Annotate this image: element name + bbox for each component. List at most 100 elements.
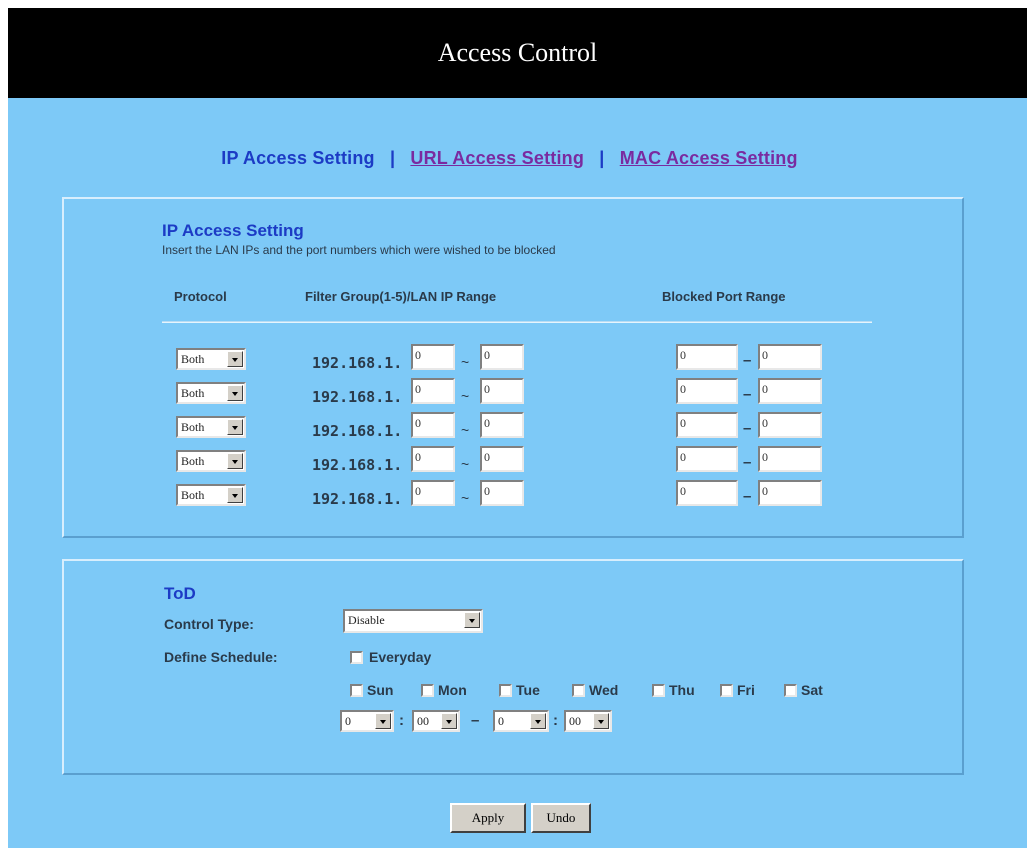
ip-prefix: 192.168.1.: [312, 354, 403, 372]
start-minute-value: 00: [417, 714, 429, 728]
ip-prefix: 192.168.1.: [312, 490, 403, 508]
tod-title: ToD: [164, 584, 196, 603]
protocol-value: Both: [181, 454, 205, 468]
day-label: Sat: [801, 682, 823, 698]
day-checkbox[interactable]: [499, 684, 512, 697]
protocol-value: Both: [181, 488, 205, 502]
tab-separator: |: [599, 148, 605, 168]
protocol-select[interactable]: Both: [176, 348, 246, 370]
ip-start-input[interactable]: 0: [411, 378, 455, 404]
ip-range-tilde: ~: [461, 490, 470, 506]
access-tabs: IP Access Setting | URL Access Setting |…: [0, 148, 1019, 169]
port-range-dash: –: [743, 386, 752, 403]
control-type-value: Disable: [348, 613, 385, 627]
day-label: Thu: [669, 682, 695, 698]
control-type-label: Control Type:: [164, 616, 254, 632]
everyday-checkbox[interactable]: [350, 651, 363, 664]
time-colon: :: [553, 712, 558, 729]
ip-end-input[interactable]: 0: [480, 480, 524, 506]
port-range-dash: –: [743, 488, 752, 505]
ip-section-title: IP Access Setting: [162, 221, 304, 240]
port-start-input[interactable]: 0: [676, 344, 738, 370]
control-type-select[interactable]: Disable: [343, 609, 483, 633]
ip-prefix: 192.168.1.: [312, 422, 403, 440]
ip-range-tilde: ~: [461, 354, 470, 370]
port-range-dash: –: [743, 352, 752, 369]
port-end-input[interactable]: 0: [758, 480, 822, 506]
header-divider: [162, 321, 872, 323]
end-hour-value: 0: [498, 714, 504, 728]
ip-end-input[interactable]: 0: [480, 412, 524, 438]
port-start-input[interactable]: 0: [676, 412, 738, 438]
ip-end-input[interactable]: 0: [480, 446, 524, 472]
protocol-value: Both: [181, 352, 205, 366]
ip-start-input[interactable]: 0: [411, 412, 455, 438]
end-minute-select[interactable]: 00: [564, 710, 612, 732]
port-start-input[interactable]: 0: [676, 480, 738, 506]
day-label: Sun: [367, 682, 394, 698]
col-protocol-header: Protocol: [174, 289, 227, 304]
protocol-select[interactable]: Both: [176, 416, 246, 438]
ip-prefix: 192.168.1.: [312, 456, 403, 474]
ip-start-input[interactable]: 0: [411, 446, 455, 472]
day-label: Tue: [516, 682, 540, 698]
end-hour-select[interactable]: 0: [493, 710, 549, 732]
page-title: Access Control: [8, 8, 1027, 98]
tab-ip-access[interactable]: IP Access Setting: [221, 148, 374, 168]
chevron-down-icon: [227, 487, 243, 503]
day-label: Mon: [438, 682, 467, 698]
port-start-input[interactable]: 0: [676, 446, 738, 472]
chevron-down-icon: [441, 713, 457, 729]
protocol-value: Both: [181, 420, 205, 434]
tod-panel: [62, 559, 964, 775]
time-colon: :: [399, 712, 404, 729]
day-checkbox[interactable]: [652, 684, 665, 697]
port-start-input[interactable]: 0: [676, 378, 738, 404]
start-minute-select[interactable]: 00: [412, 710, 460, 732]
port-range-dash: –: [743, 420, 752, 437]
ip-section-description: Insert the LAN IPs and the port numbers …: [162, 243, 556, 257]
ip-prefix: 192.168.1.: [312, 388, 403, 406]
col-ports-header: Blocked Port Range: [662, 289, 786, 304]
protocol-select[interactable]: Both: [176, 382, 246, 404]
port-end-input[interactable]: 0: [758, 412, 822, 438]
port-range-dash: –: [743, 454, 752, 471]
undo-button[interactable]: Undo: [531, 803, 591, 833]
ip-end-input[interactable]: 0: [480, 378, 524, 404]
protocol-value: Both: [181, 386, 205, 400]
day-checkbox[interactable]: [720, 684, 733, 697]
protocol-select[interactable]: Both: [176, 450, 246, 472]
port-end-input[interactable]: 0: [758, 378, 822, 404]
define-schedule-label: Define Schedule:: [164, 649, 278, 665]
day-checkbox[interactable]: [784, 684, 797, 697]
ip-end-input[interactable]: 0: [480, 344, 524, 370]
chevron-down-icon: [593, 713, 609, 729]
day-checkbox[interactable]: [572, 684, 585, 697]
chevron-down-icon: [530, 713, 546, 729]
ip-range-tilde: ~: [461, 456, 470, 472]
col-filter-header: Filter Group(1-5)/LAN IP Range: [305, 289, 497, 304]
day-label: Wed: [589, 682, 619, 698]
port-end-input[interactable]: 0: [758, 446, 822, 472]
protocol-select[interactable]: Both: [176, 484, 246, 506]
chevron-down-icon: [227, 351, 243, 367]
chevron-down-icon: [227, 385, 243, 401]
tab-mac-access[interactable]: MAC Access Setting: [620, 148, 798, 168]
port-end-input[interactable]: 0: [758, 344, 822, 370]
chevron-down-icon: [375, 713, 391, 729]
tab-separator: |: [389, 148, 396, 168]
apply-button[interactable]: Apply: [450, 803, 526, 833]
everyday-label: Everyday: [369, 649, 432, 665]
chevron-down-icon: [227, 453, 243, 469]
day-label: Fri: [737, 682, 755, 698]
day-checkbox[interactable]: [421, 684, 434, 697]
ip-start-input[interactable]: 0: [411, 480, 455, 506]
ip-range-tilde: ~: [461, 388, 470, 404]
time-range-separator: –: [471, 712, 480, 729]
ip-start-input[interactable]: 0: [411, 344, 455, 370]
chevron-down-icon: [464, 612, 480, 628]
tab-url-access[interactable]: URL Access Setting: [410, 148, 584, 168]
ip-range-tilde: ~: [461, 422, 470, 438]
start-hour-select[interactable]: 0: [340, 710, 394, 732]
day-checkbox[interactable]: [350, 684, 363, 697]
